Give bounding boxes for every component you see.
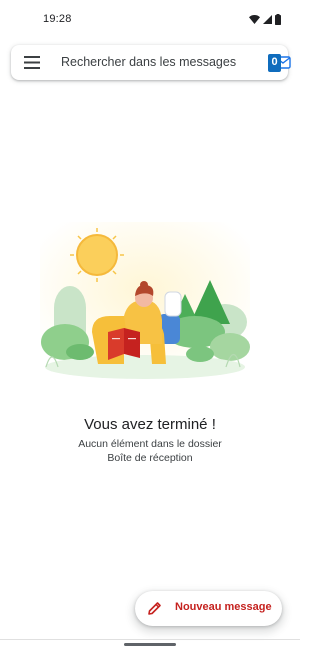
search-bar[interactable]: Rechercher dans les messages 0 <box>11 45 291 80</box>
wifi-icon <box>249 14 260 24</box>
home-indicator[interactable] <box>124 643 176 646</box>
compose-button[interactable]: Nouveau message <box>135 591 282 626</box>
search-input[interactable]: Rechercher dans les messages <box>61 55 236 69</box>
empty-state-subtitle: Aucun élément dans le dossier Boîte de r… <box>0 437 300 465</box>
signal-icon <box>263 14 272 24</box>
account-avatar[interactable]: 0 <box>268 53 291 73</box>
empty-state-title: Vous avez terminé ! <box>84 416 216 433</box>
menu-icon[interactable] <box>24 56 40 69</box>
empty-inbox-illustration <box>40 222 250 379</box>
empty-state-line-2: Boîte de réception <box>107 452 193 464</box>
compose-button-label: Nouveau message <box>175 601 272 613</box>
nav-divider <box>0 639 300 640</box>
status-bar: 19:28 <box>0 0 300 40</box>
pencil-icon <box>148 602 161 615</box>
status-time: 19:28 <box>43 13 72 25</box>
account-badge-text: 0 <box>271 56 278 68</box>
battery-icon <box>275 13 281 25</box>
empty-state-line-1: Aucun élément dans le dossier <box>78 438 222 450</box>
status-icons <box>249 12 281 26</box>
